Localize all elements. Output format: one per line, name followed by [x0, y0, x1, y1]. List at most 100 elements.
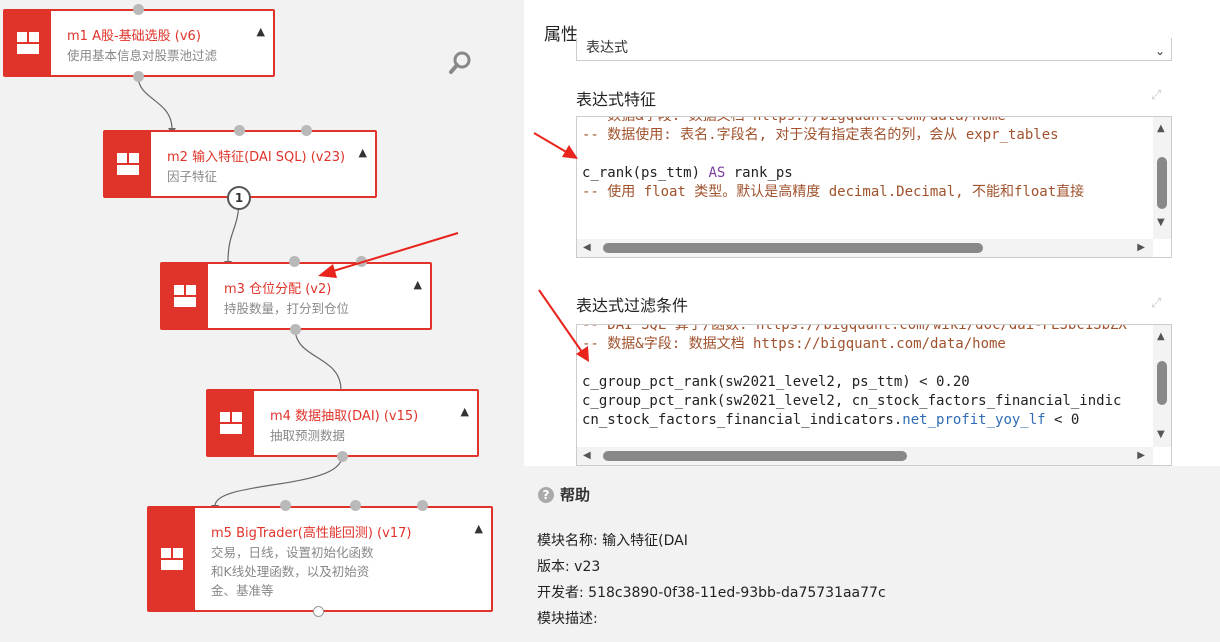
vertical-scrollbar[interactable]: ▲ ▼: [1153, 325, 1171, 447]
input-port[interactable]: [301, 125, 312, 136]
scroll-left-icon[interactable]: ◀: [583, 242, 591, 253]
chevron-up-icon[interactable]: ▲: [414, 278, 422, 291]
module-grid-icon: [105, 132, 151, 196]
module-title: m4 数据抽取(DAI) (v15): [270, 409, 419, 424]
module-node-m3[interactable]: m3 仓位分配 (v2) 持股数量，打分到仓位 ▲: [160, 262, 432, 330]
scroll-up-icon[interactable]: ▲: [1157, 331, 1165, 342]
module-grid-icon: [149, 508, 195, 610]
properties-panel: 属性 表达式 ⌄ 表达式特征 ⤢ -- 数据&字段: 数据文档 https://…: [524, 0, 1220, 466]
module-node-m5[interactable]: m5 BigTrader(高性能回测) (v17) 交易，日线，设置初始化函数 …: [147, 506, 493, 612]
code-token: rank_ps: [725, 165, 793, 181]
help-header: ? 帮助: [538, 484, 590, 505]
expand-icon[interactable]: ⤢: [1151, 296, 1161, 311]
scroll-left-icon[interactable]: ◀: [583, 450, 591, 461]
code-token: -- 数据&字段: 数据文档 https://bigquant.com/data…: [582, 336, 1006, 352]
code-line: cn_stock_factors_financial_indicators.ne…: [582, 411, 1149, 430]
expression-code[interactable]: -- 数据&字段: 数据文档 https://bigquant.com/data…: [582, 116, 1149, 202]
code-line: -- 使用 float 类型。默认是高精度 decimal.Decimal, 不…: [582, 183, 1149, 202]
output-port[interactable]: [290, 324, 301, 335]
input-port[interactable]: [133, 4, 144, 15]
input-port[interactable]: [234, 125, 245, 136]
chevron-down-icon: ⌄: [1154, 44, 1165, 58]
code-line: -- DAI SQL 算子/函数: https://bigquant.com/w…: [582, 324, 1149, 335]
help-description: 模块描述:: [537, 611, 598, 627]
scroll-thumb[interactable]: [603, 451, 907, 461]
code-token: -- 数据&字段: 数据文档 https://bigquant.com/data…: [582, 116, 1006, 124]
scroll-up-icon[interactable]: ▲: [1157, 123, 1165, 134]
module-description: 抽取预测数据: [270, 428, 346, 443]
module-description-line: 金、基准等: [211, 583, 274, 598]
chevron-up-icon[interactable]: ▲: [359, 146, 367, 159]
input-port[interactable]: [289, 256, 300, 267]
horizontal-scrollbar[interactable]: ◀ ▶: [577, 239, 1153, 257]
code-line: c_group_pct_rank(sw2021_level2, ps_ttm) …: [582, 373, 1149, 392]
code-line: -- 数据使用: 表名.字段名, 对于没有指定表名的列，会从 expr_tabl…: [582, 126, 1149, 145]
vertical-scrollbar[interactable]: ▲ ▼: [1153, 117, 1171, 239]
scroll-thumb[interactable]: [1157, 157, 1167, 209]
chevron-up-icon[interactable]: ▲: [257, 25, 265, 38]
output-count-badge[interactable]: 1: [227, 186, 251, 210]
code-token: -- DAI SQL 算子/函数: https://bigquant.com/w…: [582, 324, 1127, 333]
code-token: -- 数据使用: 表名.字段名, 对于没有指定表名的列，会从 expr_tabl…: [582, 127, 1059, 143]
code-token: cn_stock_factors_financial_indicators.: [582, 412, 903, 428]
output-port[interactable]: [133, 71, 144, 82]
chevron-up-icon[interactable]: ▲: [475, 522, 483, 535]
filter-code[interactable]: -- DAI SQL 算子/函数: https://bigquant.com/w…: [582, 324, 1149, 430]
module-description: 交易，日线，设置初始化函数 和K线处理函数，以及初始资 金、基准等: [211, 543, 374, 600]
help-version: 版本: v23: [537, 559, 601, 575]
module-title: m3 仓位分配 (v2): [224, 282, 332, 297]
module-description-line: 交易，日线，设置初始化函数: [211, 545, 374, 560]
module-title: m1 A股-基础选股 (v6): [67, 29, 201, 44]
scroll-thumb[interactable]: [1157, 361, 1167, 405]
scroll-thumb[interactable]: [603, 243, 983, 253]
filter-section-title: 表达式过滤条件: [576, 296, 689, 315]
scroll-right-icon[interactable]: ▶: [1137, 242, 1145, 253]
workflow-canvas[interactable]: m1 A股-基础选股 (v6) 使用基本信息对股票池过滤 ▲ m2 输入特征(D…: [0, 0, 524, 642]
module-title: m2 输入特征(DAI SQL) (v23): [167, 150, 346, 165]
input-port[interactable]: [350, 500, 361, 511]
module-description: 持股数量，打分到仓位: [224, 301, 350, 316]
code-token: -- 使用 float 类型。默认是高精度 decimal.Decimal, 不…: [582, 184, 1085, 200]
help-title: 帮助: [560, 486, 591, 504]
search-icon[interactable]: [448, 50, 474, 80]
code-line: -- 数据&字段: 数据文档 https://bigquant.com/data…: [582, 335, 1149, 354]
module-title: m5 BigTrader(高性能回测) (v17): [211, 526, 412, 541]
code-line: c_rank(ps_ttm) AS rank_ps: [582, 164, 1149, 183]
module-description: 因子特征: [167, 169, 218, 184]
expression-section-title: 表达式特征: [576, 90, 657, 109]
module-grid-icon: [162, 264, 208, 328]
scroll-down-icon[interactable]: ▼: [1157, 217, 1165, 228]
expand-icon[interactable]: ⤢: [1151, 88, 1161, 103]
module-node-m4[interactable]: m4 数据抽取(DAI) (v15) 抽取预测数据 ▲: [206, 389, 479, 457]
chevron-up-icon[interactable]: ▲: [461, 405, 469, 418]
module-node-m1[interactable]: m1 A股-基础选股 (v6) 使用基本信息对股票池过滤 ▲: [3, 9, 275, 77]
module-grid-icon: [5, 11, 51, 75]
help-module-name: 模块名称: 输入特征(DAI: [537, 533, 688, 549]
code-line: c_group_pct_rank(sw2021_level2, cn_stock…: [582, 392, 1149, 411]
input-port[interactable]: [280, 500, 291, 511]
input-port[interactable]: [417, 500, 428, 511]
question-icon: ?: [538, 487, 554, 503]
output-port[interactable]: [313, 606, 324, 617]
code-token: c_group_pct_rank(sw2021_level2, ps_ttm) …: [582, 374, 970, 390]
code-token: c_rank(ps_ttm): [582, 165, 709, 181]
code-token: c_group_pct_rank(sw2021_level2, cn_stock…: [582, 393, 1122, 409]
code-token: AS: [708, 165, 726, 181]
input-port[interactable]: [356, 256, 367, 267]
horizontal-scrollbar[interactable]: ◀ ▶: [577, 447, 1153, 465]
output-port[interactable]: [337, 451, 348, 462]
panel-title: 属性: [544, 25, 578, 45]
help-panel: ? 帮助 模块名称: 输入特征(DAI 版本: v23 开发者: 518c3890…: [524, 466, 1220, 642]
scroll-down-icon[interactable]: ▼: [1157, 429, 1165, 440]
help-developer: 开发者: 518c3890-0f38-11ed-93bb-da75731aa77…: [537, 585, 886, 601]
code-line: -- 数据&字段: 数据文档 https://bigquant.com/data…: [582, 116, 1149, 126]
filter-editor[interactable]: -- DAI SQL 算子/函数: https://bigquant.com/w…: [576, 324, 1172, 466]
module-description-line: 和K线处理函数，以及初始资: [211, 564, 370, 579]
code-token: net_profit_yoy_lf: [902, 412, 1046, 428]
mode-select[interactable]: 表达式 ⌄: [576, 38, 1172, 61]
scroll-right-icon[interactable]: ▶: [1137, 450, 1145, 461]
expression-editor[interactable]: -- 数据&字段: 数据文档 https://bigquant.com/data…: [576, 116, 1172, 258]
module-grid-icon: [208, 391, 254, 455]
